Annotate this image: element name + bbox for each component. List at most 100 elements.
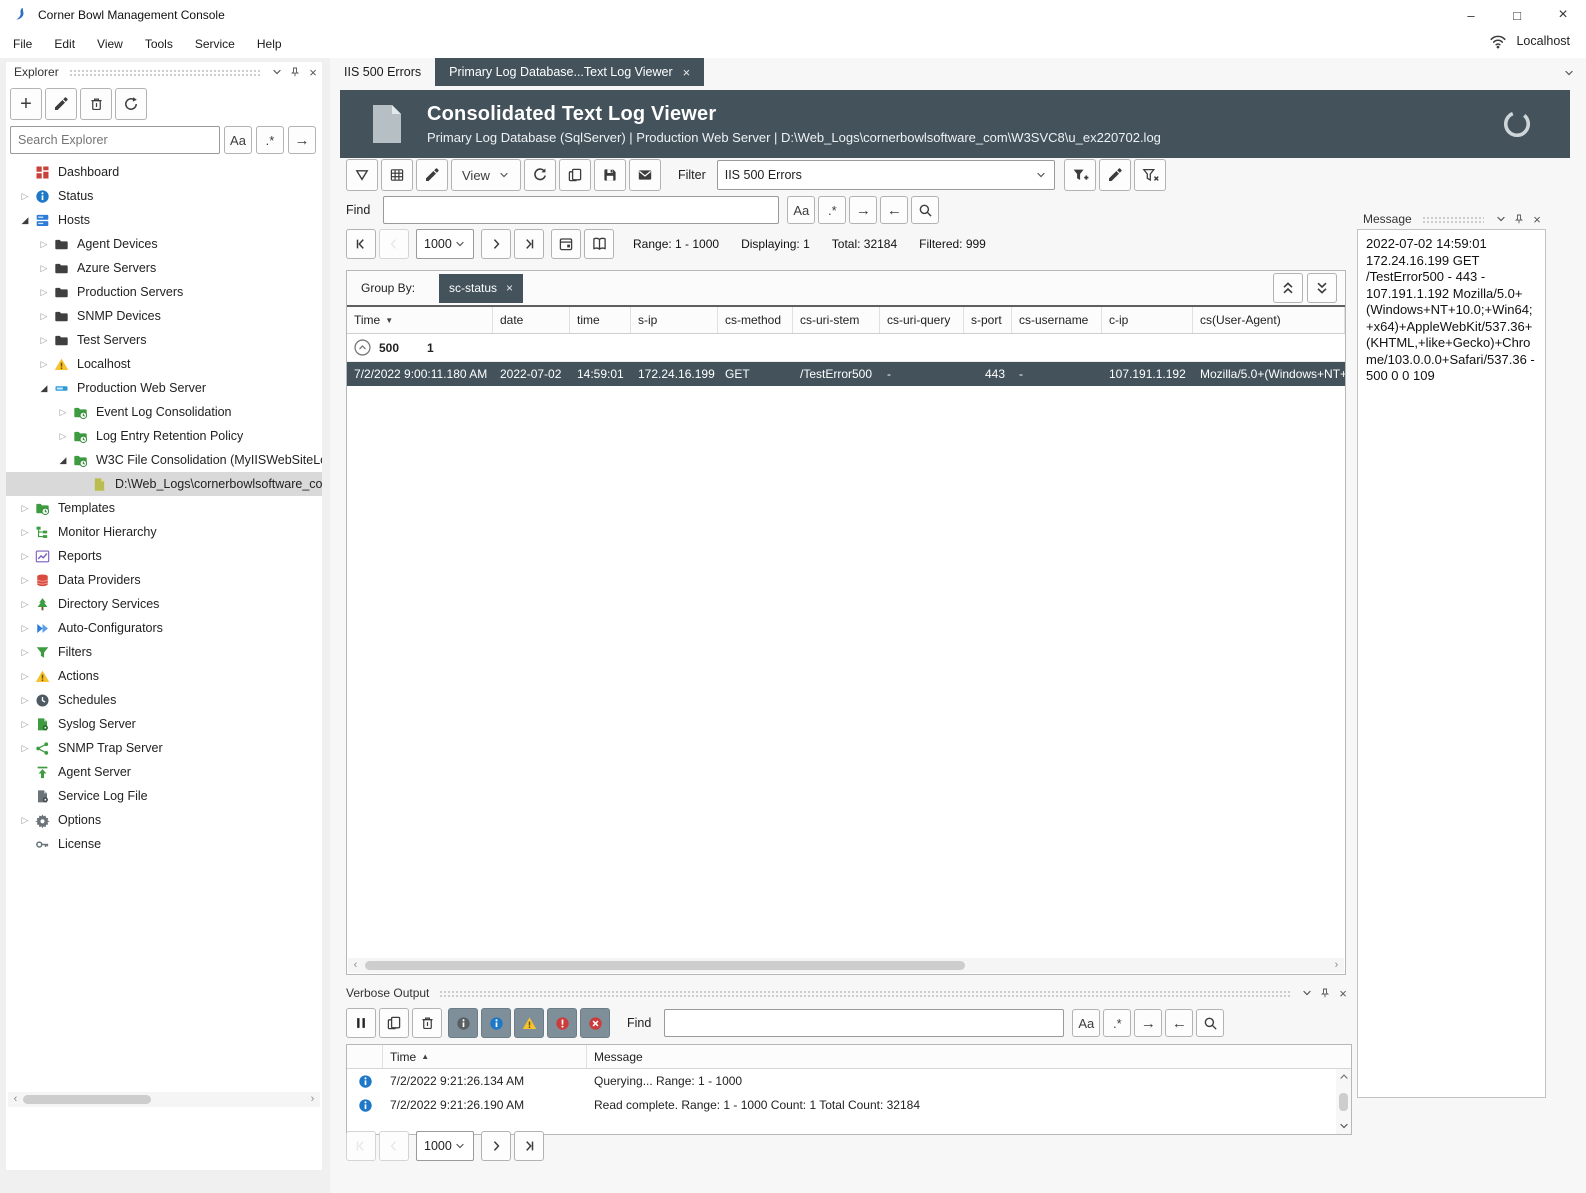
- close-panel-icon[interactable]: ×: [304, 64, 322, 80]
- tree-item-hosts[interactable]: ◢Hosts: [6, 208, 322, 232]
- find-prev-button[interactable]: ←: [880, 196, 908, 224]
- tree-collapsed-expander-icon[interactable]: ▷: [16, 599, 34, 610]
- column-header-cs-uri-stem[interactable]: cs-uri-stem: [793, 307, 880, 333]
- toggle-critical-button[interactable]: [580, 1008, 610, 1038]
- tree-collapsed-expander-icon[interactable]: ▷: [16, 815, 34, 826]
- tree-item-test-servers[interactable]: ▷Test Servers: [6, 328, 322, 352]
- collapse-all-button[interactable]: [1273, 273, 1303, 303]
- scroll-thumb[interactable]: [23, 1095, 151, 1104]
- close-button[interactable]: ×: [1540, 0, 1586, 30]
- scroll-left-icon[interactable]: ‹: [348, 958, 363, 973]
- tree-collapsed-expander-icon[interactable]: ▷: [16, 695, 34, 706]
- refresh-button[interactable]: [115, 88, 147, 120]
- next-page-button[interactable]: [481, 1131, 511, 1161]
- table-row[interactable]: 7/2/2022 9:00:11.180 AM2022-07-0214:59:0…: [347, 362, 1345, 386]
- explorer-hscrollbar[interactable]: ‹ ›: [8, 1092, 320, 1107]
- edit-button[interactable]: [45, 88, 77, 120]
- add-filter-button[interactable]: [1064, 159, 1096, 191]
- tree-item-directory-services[interactable]: ▷Directory Services: [6, 592, 322, 616]
- menu-file[interactable]: File: [2, 32, 43, 56]
- chevron-down-icon[interactable]: [268, 64, 286, 80]
- group-row[interactable]: 500 1: [347, 334, 1345, 362]
- scroll-left-icon[interactable]: ‹: [8, 1092, 23, 1107]
- edit-view-button[interactable]: [416, 159, 448, 191]
- tree-item-auto-configurators[interactable]: ▷Auto-Configurators: [6, 616, 322, 640]
- scroll-thumb[interactable]: [365, 961, 965, 970]
- tree-collapsed-expander-icon[interactable]: ▷: [54, 407, 72, 418]
- first-page-button[interactable]: [346, 1131, 376, 1161]
- last-page-button[interactable]: [514, 229, 544, 259]
- book-view-button[interactable]: [584, 229, 614, 259]
- toggle-error-button[interactable]: [547, 1008, 577, 1038]
- column-header-message[interactable]: Message: [587, 1045, 1351, 1068]
- tree-item-options[interactable]: ▷Options: [6, 808, 322, 832]
- search-input[interactable]: [10, 126, 220, 154]
- tree-collapsed-expander-icon[interactable]: ▷: [16, 551, 34, 562]
- tree-item-templates[interactable]: ▷Templates: [6, 496, 322, 520]
- tree-item-event-log-consolidation[interactable]: ▷Event Log Consolidation: [6, 400, 322, 424]
- prev-page-button[interactable]: [379, 1131, 409, 1161]
- reload-button[interactable]: [524, 159, 556, 191]
- pin-icon[interactable]: [286, 64, 304, 80]
- column-header-date[interactable]: date: [493, 307, 570, 333]
- tree-expanded-expander-icon[interactable]: ◢: [35, 383, 53, 394]
- clear-filter-button[interactable]: [1134, 159, 1166, 191]
- tree-expanded-expander-icon[interactable]: ◢: [16, 215, 34, 226]
- first-page-button[interactable]: [346, 229, 376, 259]
- clear-button[interactable]: [412, 1008, 442, 1038]
- match-case-button[interactable]: Aa: [787, 196, 815, 224]
- log-row[interactable]: 7/2/2022 9:21:26.134 AMQuerying... Range…: [347, 1069, 1351, 1093]
- find-prev-button[interactable]: ←: [1165, 1009, 1193, 1037]
- tab-primary-log-database-text-log-view[interactable]: Primary Log Database...Text Log Viewer×: [435, 58, 704, 86]
- scroll-down-icon[interactable]: [1338, 1120, 1350, 1132]
- collapse-group-icon[interactable]: [354, 339, 371, 356]
- find-input[interactable]: [383, 196, 779, 224]
- regex-button[interactable]: .*: [818, 196, 846, 224]
- prev-page-button[interactable]: [379, 229, 409, 259]
- tree-collapsed-expander-icon[interactable]: ▷: [35, 311, 53, 322]
- scroll-right-icon[interactable]: ›: [1329, 958, 1344, 973]
- view-dropdown-button[interactable]: View: [451, 159, 521, 191]
- tree-item-azure-servers[interactable]: ▷Azure Servers: [6, 256, 322, 280]
- chevron-down-icon[interactable]: [1492, 211, 1510, 227]
- tree-collapsed-expander-icon[interactable]: ▷: [35, 239, 53, 250]
- scroll-thumb[interactable]: [1339, 1093, 1348, 1111]
- close-panel-icon[interactable]: ×: [1528, 211, 1546, 227]
- tree-item-production-servers[interactable]: ▷Production Servers: [6, 280, 322, 304]
- filter-select[interactable]: IIS 500 Errors: [717, 160, 1055, 190]
- verbose-find-input[interactable]: [664, 1009, 1064, 1037]
- edit-filter-button[interactable]: [1099, 159, 1131, 191]
- column-header-time[interactable]: Time ▲: [383, 1045, 587, 1068]
- column-header-cs-username[interactable]: cs-username: [1012, 307, 1102, 333]
- maximize-button[interactable]: □: [1494, 0, 1540, 30]
- pause-button[interactable]: [346, 1008, 376, 1038]
- tree-collapsed-expander-icon[interactable]: ▷: [16, 191, 34, 202]
- tree-item-w3c-file-consolidation-myiiswebsit[interactable]: ◢W3C File Consolidation (MyIISWebSiteLog…: [6, 448, 322, 472]
- tree-item-log-entry-retention-policy[interactable]: ▷Log Entry Retention Policy: [6, 424, 322, 448]
- toggle-warning-button[interactable]: [514, 1008, 544, 1038]
- date-range-button[interactable]: [551, 229, 581, 259]
- pin-icon[interactable]: [1510, 211, 1528, 227]
- tree-collapsed-expander-icon[interactable]: ▷: [35, 263, 53, 274]
- search-button[interactable]: [911, 196, 939, 224]
- regex-button[interactable]: .*: [1103, 1009, 1131, 1037]
- column-header-cs-user-agent[interactable]: cs(User-Agent): [1193, 307, 1345, 333]
- verbose-vscrollbar[interactable]: [1336, 1069, 1351, 1134]
- minimize-button[interactable]: –: [1448, 0, 1494, 30]
- column-header-c-ip[interactable]: c-ip: [1102, 307, 1193, 333]
- tree-collapsed-expander-icon[interactable]: ▷: [35, 359, 53, 370]
- tree-item-agent-devices[interactable]: ▷Agent Devices: [6, 232, 322, 256]
- columns-button[interactable]: [381, 159, 413, 191]
- tree-collapsed-expander-icon[interactable]: ▷: [16, 719, 34, 730]
- next-page-button[interactable]: [481, 229, 511, 259]
- copy-button[interactable]: [379, 1008, 409, 1038]
- remove-group-icon[interactable]: ×: [506, 281, 513, 295]
- copy-button[interactable]: [559, 159, 591, 191]
- toggle-info-button[interactable]: [481, 1008, 511, 1038]
- tree-item-service-log-file[interactable]: Service Log File: [6, 784, 322, 808]
- tree-collapsed-expander-icon[interactable]: ▷: [16, 623, 34, 634]
- tree-item-filters[interactable]: ▷Filters: [6, 640, 322, 664]
- scroll-right-icon[interactable]: ›: [305, 1092, 320, 1107]
- tree-item-license[interactable]: License: [6, 832, 322, 856]
- log-row[interactable]: 7/2/2022 9:21:26.190 AMRead complete. Ra…: [347, 1093, 1351, 1117]
